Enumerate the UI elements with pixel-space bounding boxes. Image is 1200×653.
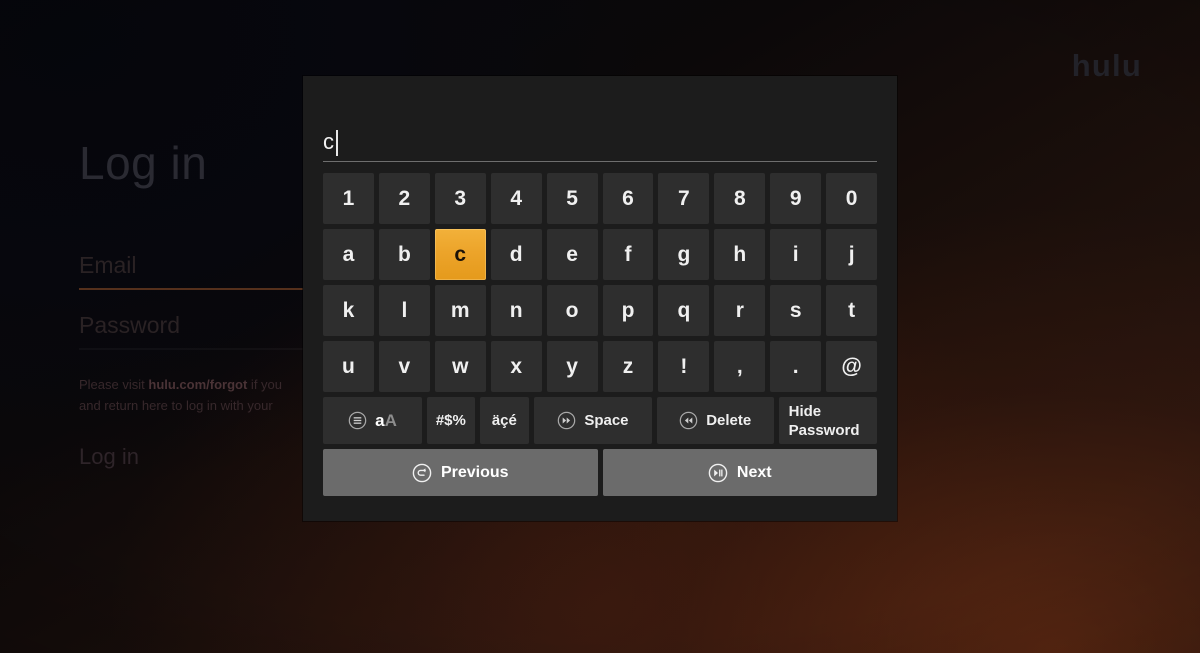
- key-g[interactable]: g: [658, 229, 710, 280]
- key-f[interactable]: f: [602, 229, 654, 280]
- key-j[interactable]: j: [826, 229, 878, 280]
- key-symbols[interactable]: #$%: [427, 397, 475, 444]
- previous-button[interactable]: Previous: [323, 449, 598, 496]
- hide-password-line-2: Password: [788, 421, 860, 439]
- onscreen-keyboard-overlay: c 1 2 3 4 5 6 7 8 9 0 a b c d e f g h i …: [303, 76, 897, 521]
- key-3[interactable]: 3: [434, 173, 486, 224]
- keyboard-row-a-j: a b c d e f g h i j: [323, 229, 878, 280]
- key-x[interactable]: x: [490, 341, 542, 392]
- key-2[interactable]: 2: [378, 173, 430, 224]
- key-t[interactable]: t: [826, 285, 878, 336]
- play-pause-circle-icon: [708, 463, 728, 483]
- next-button[interactable]: Next: [602, 449, 877, 496]
- key-z[interactable]: z: [602, 341, 654, 392]
- helper-prefix: Please visit: [79, 377, 149, 392]
- key-accents[interactable]: äçé: [479, 397, 530, 444]
- key-k[interactable]: k: [323, 285, 374, 336]
- keyboard-text-field[interactable]: c: [323, 123, 877, 162]
- hide-password-line-1: Hide: [788, 402, 822, 420]
- key-9[interactable]: 9: [770, 173, 822, 224]
- hulu-login-screen: hulu Log in Email Password Please visit …: [0, 0, 1200, 653]
- key-u[interactable]: u: [323, 341, 374, 392]
- next-button-label: Next: [736, 463, 772, 481]
- keyboard-nav-row: Previous Next: [323, 449, 877, 496]
- key-5[interactable]: 5: [546, 173, 598, 224]
- key-hide-password[interactable]: Hide Password: [778, 397, 877, 444]
- key-o[interactable]: o: [546, 285, 598, 336]
- key-s[interactable]: s: [770, 285, 822, 336]
- key-l[interactable]: l: [378, 285, 430, 336]
- case-upper-label: A: [384, 410, 397, 430]
- key-delete-label: Delete: [706, 412, 752, 429]
- hulu-logo: hulu: [1071, 48, 1142, 83]
- key-8[interactable]: 8: [714, 173, 766, 224]
- helper-line-2: and return here to log in with your: [79, 398, 273, 413]
- key-7[interactable]: 7: [658, 173, 710, 224]
- key-h[interactable]: h: [714, 229, 766, 280]
- keyboard-input-value: c: [323, 129, 334, 154]
- keyboard-key-grid: 1 2 3 4 5 6 7 8 9 0 a b c d e f g h i j …: [323, 173, 878, 496]
- keyboard-function-row: aA #$% äçé Space Delete Hide Password: [323, 397, 877, 444]
- key-m[interactable]: m: [434, 285, 486, 336]
- menu-circle-icon: [348, 411, 367, 430]
- key-c[interactable]: c: [434, 229, 486, 280]
- text-caret: [336, 130, 338, 156]
- helper-link: hulu.com/forgot: [148, 377, 248, 392]
- key-w[interactable]: w: [434, 341, 486, 392]
- helper-suffix: if you: [247, 377, 282, 392]
- key-n[interactable]: n: [490, 285, 542, 336]
- key-delete[interactable]: Delete: [656, 397, 774, 444]
- key-e[interactable]: e: [546, 229, 598, 280]
- key-q[interactable]: q: [658, 285, 710, 336]
- key-b[interactable]: b: [378, 229, 430, 280]
- key-6[interactable]: 6: [602, 173, 654, 224]
- case-lower-label: a: [375, 410, 385, 430]
- keyboard-row-numbers: 1 2 3 4 5 6 7 8 9 0: [323, 173, 878, 224]
- key-r[interactable]: r: [714, 285, 766, 336]
- key-at-sign[interactable]: @: [826, 341, 878, 392]
- key-1[interactable]: 1: [323, 173, 374, 224]
- rewind-circle-icon: [679, 411, 698, 430]
- back-circle-icon: [412, 463, 432, 483]
- key-space[interactable]: Space: [534, 397, 652, 444]
- key-d[interactable]: d: [490, 229, 542, 280]
- previous-button-label: Previous: [440, 463, 509, 481]
- key-4[interactable]: 4: [490, 173, 542, 224]
- keyboard-row-u-at: u v w x y z ! , . @: [323, 341, 878, 392]
- key-exclamation[interactable]: !: [658, 341, 710, 392]
- key-y[interactable]: y: [546, 341, 598, 392]
- key-0[interactable]: 0: [826, 173, 878, 224]
- key-i[interactable]: i: [770, 229, 822, 280]
- keyboard-text-field-row[interactable]: c: [323, 123, 877, 162]
- key-space-label: Space: [584, 412, 629, 429]
- key-period[interactable]: .: [770, 341, 822, 392]
- keyboard-row-k-t: k l m n o p q r s t: [323, 285, 878, 336]
- key-p[interactable]: p: [602, 285, 654, 336]
- fast-forward-circle-icon: [557, 411, 576, 430]
- key-comma[interactable]: ,: [714, 341, 766, 392]
- key-v[interactable]: v: [378, 341, 430, 392]
- key-a[interactable]: a: [323, 229, 374, 280]
- key-toggle-case[interactable]: aA: [323, 397, 423, 444]
